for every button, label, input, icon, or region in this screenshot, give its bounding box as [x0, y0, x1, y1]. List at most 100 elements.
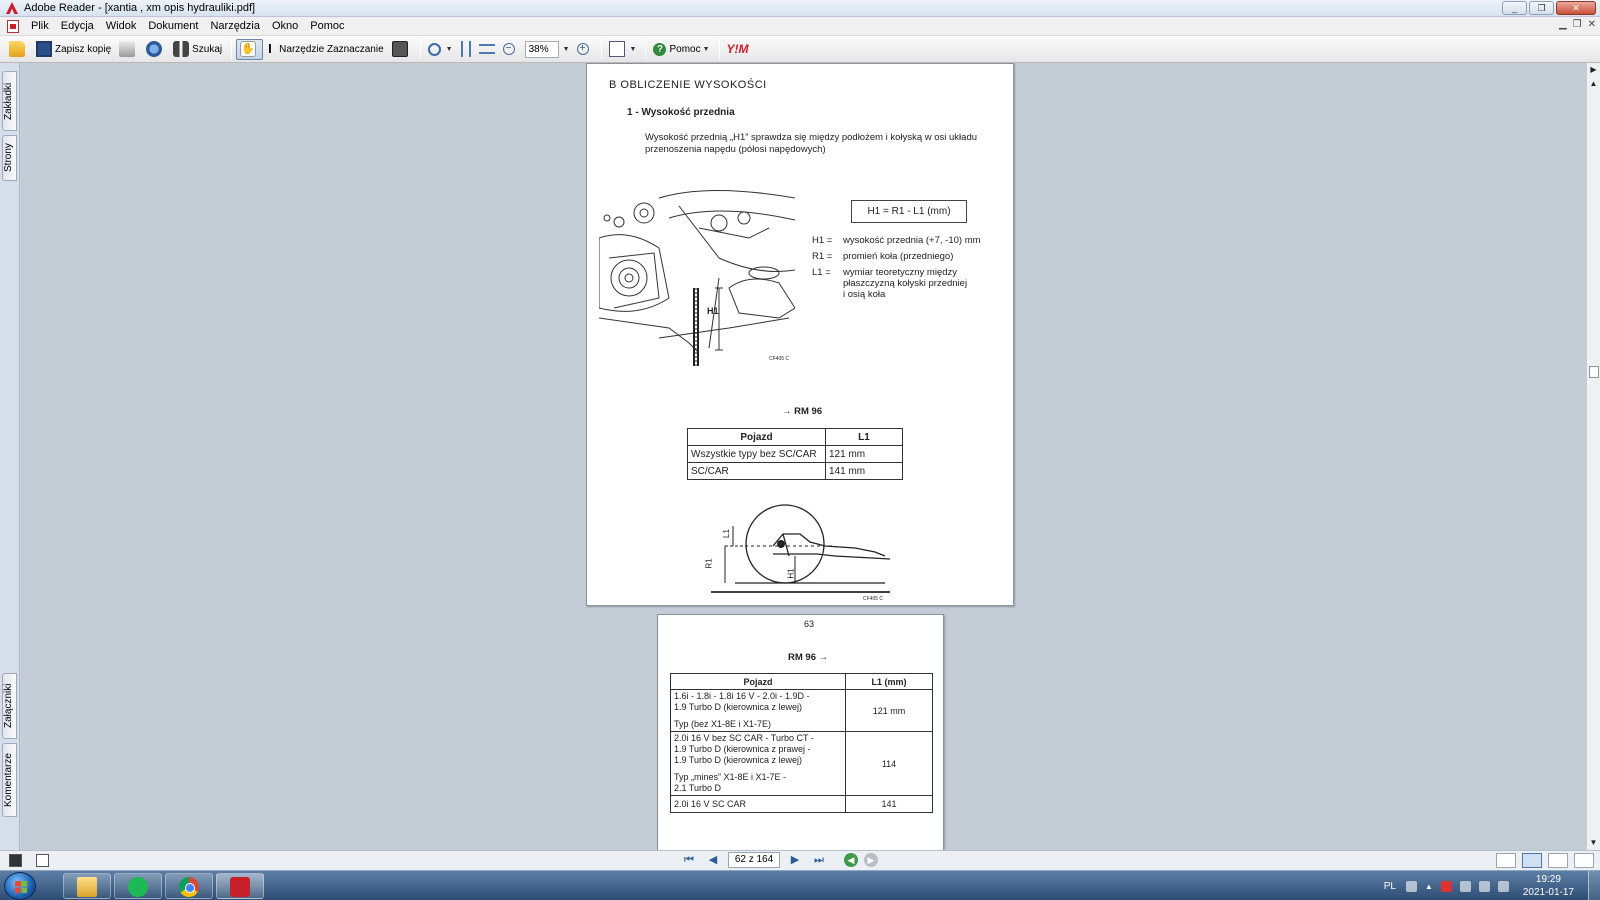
- zoom-out-button[interactable]: −: [500, 39, 521, 60]
- navigation-panel: Zakładki Strony Załączniki Komentarze: [0, 63, 20, 850]
- menu-document[interactable]: Dokument: [142, 17, 204, 36]
- toolbar-separator: [419, 39, 421, 59]
- doc-restore-button[interactable]: ❐: [1573, 19, 1582, 30]
- yahoo-messenger-button[interactable]: Y!M: [724, 39, 752, 60]
- window-title: Adobe Reader - [xantia , xm opis hydraul…: [24, 2, 256, 14]
- last-page-icon[interactable]: ⏭: [810, 852, 828, 868]
- previous-page-icon[interactable]: ◀: [704, 852, 722, 868]
- restore-button[interactable]: ❐: [1529, 1, 1554, 15]
- save-copy-button[interactable]: Zapisz kopię: [33, 39, 114, 60]
- status-bar: ⏮ ◀ 62 z 164 ▶ ⏭ ◀ ▶: [0, 850, 1600, 870]
- clock[interactable]: 19:29 2021-01-17: [1523, 873, 1574, 899]
- chevron-down-icon: ▼: [445, 45, 453, 53]
- page-icon[interactable]: [36, 854, 49, 867]
- back-icon[interactable]: ◀: [844, 853, 858, 867]
- table-cell: 114: [845, 731, 933, 796]
- select-tool-button[interactable]: I Narzędzie Zaznaczanie: [265, 39, 387, 60]
- toolbar-separator: [600, 39, 602, 59]
- hand-tool-button[interactable]: ✋: [236, 38, 264, 60]
- vertical-scrollbar[interactable]: ▶ ▲ ▼: [1586, 63, 1600, 850]
- save-icon: [36, 41, 52, 57]
- definition-text: wysokość przednia (+7, -10) mm: [843, 235, 981, 246]
- first-page-icon[interactable]: ⏮: [680, 852, 698, 868]
- show-hidden-icons-icon[interactable]: ▲: [1425, 882, 1433, 891]
- menu-tools[interactable]: Narzędzia: [204, 17, 266, 36]
- diagram-label-h1: H1: [786, 568, 796, 579]
- scroll-up-arrow-icon[interactable]: ▲: [1587, 77, 1600, 91]
- close-button[interactable]: ✕: [1556, 1, 1596, 15]
- printer-icon: [119, 41, 136, 57]
- taskbar-explorer[interactable]: [63, 873, 111, 899]
- menu-window[interactable]: Okno: [266, 17, 304, 36]
- menu-file[interactable]: Plik: [25, 17, 55, 36]
- tab-bookmarks[interactable]: Zakładki: [2, 71, 17, 131]
- toolbar-separator: [231, 39, 233, 59]
- scrollbar-thumb[interactable]: [1589, 366, 1599, 378]
- network-icon[interactable]: [1459, 880, 1471, 892]
- search-button[interactable]: Szukaj: [170, 39, 225, 60]
- zoom-in-button[interactable]: +: [574, 39, 595, 60]
- table-cell: 1.6i - 1.8i - 1.8i 16 V - 2.0i - 1.9D - …: [670, 689, 846, 732]
- language-indicator[interactable]: PL: [1384, 881, 1396, 892]
- facing-view-button[interactable]: [1548, 853, 1568, 868]
- document-view[interactable]: B OBLICZENIE WYSOKOŚCI 1 - Wysokość prze…: [21, 63, 1586, 850]
- windows-logo-icon: [15, 881, 27, 893]
- security-alert-icon[interactable]: [1440, 880, 1452, 892]
- figure-label-h1: H1: [707, 306, 719, 316]
- chevron-down-icon: ▼: [702, 45, 710, 53]
- forward-icon[interactable]: ▶: [864, 853, 878, 867]
- doc-minimize-button[interactable]: ▁: [1559, 19, 1567, 30]
- definition-text: wymiar teoretyczny między: [843, 267, 958, 278]
- taskbar-adobe-reader[interactable]: [216, 873, 264, 899]
- minimize-button[interactable]: _: [1502, 1, 1527, 15]
- snapshot-button[interactable]: [389, 39, 414, 60]
- document-icon[interactable]: [7, 19, 19, 33]
- zoom-in-tool-button[interactable]: ▼: [425, 39, 456, 60]
- next-page-icon[interactable]: ▶: [786, 852, 804, 868]
- taskbar-chrome[interactable]: [165, 873, 213, 899]
- page-layout-button[interactable]: ▼: [606, 39, 640, 60]
- print-button[interactable]: [116, 39, 141, 60]
- email-button[interactable]: [143, 39, 168, 60]
- volume-icon[interactable]: [1497, 880, 1509, 892]
- fit-width-button[interactable]: [478, 39, 498, 60]
- menu-edit[interactable]: Edycja: [55, 17, 100, 36]
- help-button[interactable]: ? Pomoc ▼: [650, 39, 712, 60]
- keyboard-icon[interactable]: [1405, 880, 1417, 892]
- rm96-heading: RM 96 →: [788, 652, 829, 663]
- definition-text: płaszczyzną kołyski przedniej: [843, 278, 968, 289]
- start-button[interactable]: [4, 872, 36, 900]
- camera-icon: [391, 41, 408, 57]
- taskbar-spotify[interactable]: [114, 873, 162, 899]
- doc-close-button[interactable]: ✕: [1588, 19, 1596, 30]
- table-cell: 2.0i 16 V bez SC CAR - Turbo CT - 1.9 Tu…: [670, 731, 846, 796]
- menu-help[interactable]: Pomoc: [304, 17, 350, 36]
- cell-line: 1.9 Turbo D (kierownica z prawej -: [674, 744, 811, 754]
- scroll-down-arrow-icon[interactable]: ▼: [1587, 836, 1600, 850]
- chrome-icon: [179, 877, 199, 897]
- show-desktop-button[interactable]: [1588, 871, 1600, 900]
- signal-icon[interactable]: [1478, 880, 1490, 892]
- section-heading: B OBLICZENIE WYSOKOŚCI: [609, 79, 767, 91]
- zoom-dropdown-icon[interactable]: ▼: [563, 46, 570, 53]
- document-window-controls: ▁ ❐ ✕: [1559, 19, 1596, 30]
- tab-attachments[interactable]: Załączniki: [2, 673, 17, 739]
- spotify-icon: [128, 877, 148, 897]
- page-number-input[interactable]: 62 z 164: [728, 852, 780, 868]
- open-button[interactable]: [6, 39, 31, 60]
- tab-comments[interactable]: Komentarze: [2, 743, 17, 817]
- continuous-facing-view-button[interactable]: [1574, 853, 1594, 868]
- fit-height-button[interactable]: [458, 39, 477, 60]
- single-page-view-button[interactable]: [1496, 853, 1516, 868]
- menu-view[interactable]: Widok: [100, 17, 143, 36]
- text-cursor-icon: I: [268, 41, 272, 56]
- table-header: Pojazd: [670, 673, 846, 690]
- zoom-input[interactable]: 38%: [524, 40, 559, 58]
- table-cell: 121 mm: [825, 445, 903, 463]
- continuous-view-button[interactable]: [1522, 853, 1542, 868]
- scroll-right-arrow-icon[interactable]: ▶: [1587, 63, 1600, 77]
- folder-icon: [9, 41, 25, 57]
- adobe-reader-icon: [230, 877, 250, 897]
- layers-icon[interactable]: [9, 854, 22, 867]
- tab-pages[interactable]: Strony: [2, 135, 17, 181]
